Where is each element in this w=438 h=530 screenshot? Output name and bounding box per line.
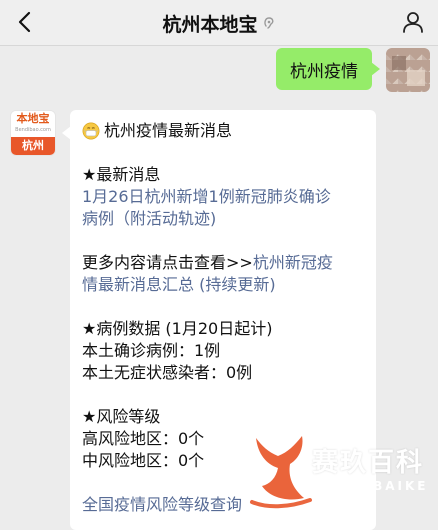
more-info-prefix: 更多内容请点击查看>> — [82, 253, 253, 272]
risk-query-link[interactable]: 全国疫情风险等级查询 — [82, 494, 364, 516]
avatar-city: 杭州 — [11, 137, 55, 155]
chat-header: 杭州本地宝 — [0, 0, 438, 46]
asymptomatic-cases: 本土无症状感染者：0例 — [82, 363, 253, 382]
confirmed-cases: 本土确诊病例：1例 — [82, 341, 221, 360]
high-risk-areas: 高风险地区：0个 — [82, 429, 205, 448]
medium-risk-areas: 中风险地区：0个 — [82, 451, 205, 470]
incoming-message-bubble: 杭州疫情最新消息 ★最新消息 1月26日杭州新增1例新冠肺炎确诊 病例（附活动轨… — [70, 110, 376, 530]
summary-link-part1[interactable]: 杭州新冠疫 — [253, 253, 333, 272]
my-avatar[interactable] — [386, 48, 430, 92]
outgoing-message-row: 杭州疫情 — [0, 48, 438, 96]
case-data-title: ★病例数据 (1月20日起计) — [82, 319, 273, 338]
message-heading: 杭州疫情最新消息 — [82, 120, 364, 142]
latest-news-title: ★最新消息 — [82, 165, 161, 184]
ear-icon — [263, 17, 273, 29]
more-info-line: 更多内容请点击查看>>杭州新冠疫 — [82, 252, 364, 274]
latest-news-link-line1[interactable]: 1月26日杭州新增1例新冠肺炎确诊 — [82, 186, 364, 208]
face-mask-emoji-icon — [82, 122, 100, 140]
latest-news-link-line2[interactable]: 病例（附活动轨迹) — [82, 208, 364, 230]
chat-title: 杭州本地宝 — [162, 13, 258, 36]
avatar-url: Bendibao.com — [15, 127, 51, 133]
message-heading-text: 杭州疫情最新消息 — [104, 121, 233, 140]
summary-link-part2[interactable]: 情最新消息汇总 (持续更新) — [82, 274, 364, 296]
outgoing-message-bubble[interactable]: 杭州疫情 — [276, 48, 372, 90]
person-icon — [403, 12, 423, 33]
avatar-brand: 本地宝 — [11, 111, 55, 139]
outgoing-message-text: 杭州疫情 — [290, 61, 358, 82]
outgoing-bubble-tail — [371, 62, 380, 76]
risk-level-title: ★风险等级 — [82, 407, 161, 426]
profile-button[interactable] — [398, 7, 428, 37]
bot-avatar[interactable]: 本地宝 Bendibao.com 杭州 — [10, 110, 56, 156]
